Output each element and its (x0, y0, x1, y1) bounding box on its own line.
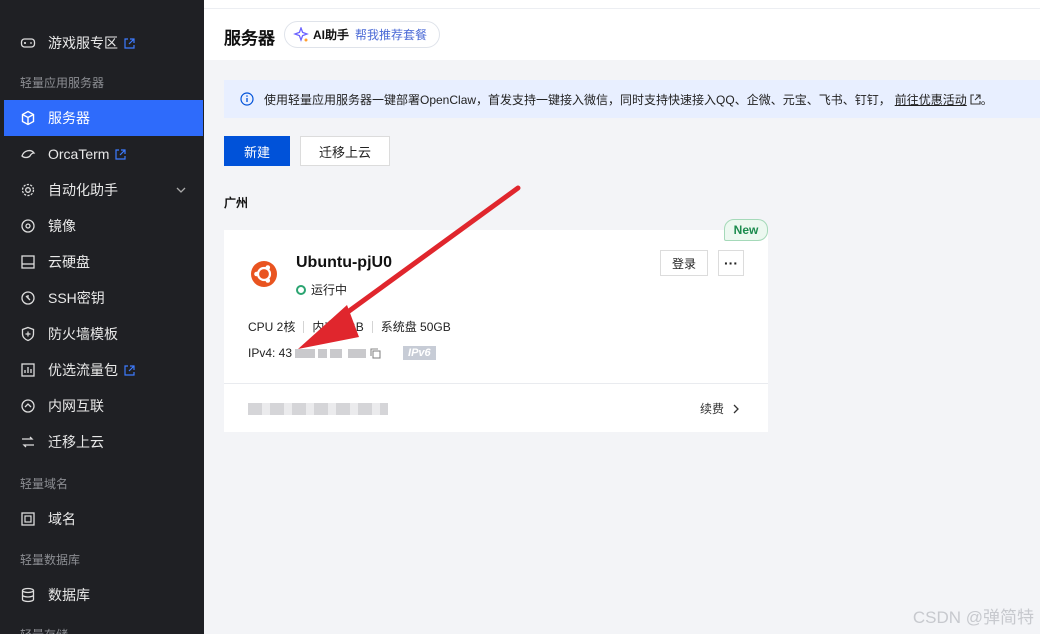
divider (371, 320, 373, 333)
renew-label: 续费 (700, 402, 725, 416)
sidebar-item-label: SSH密钥 (48, 290, 105, 306)
sidebar-item-traffic-pack[interactable]: 优选流量包 (4, 352, 203, 388)
region-label: 广州 (224, 196, 249, 210)
sidebar: 游戏服专区 轻量应用服务器 服务器 OrcaTerm 自动化助手 镜像 云硬盘 (0, 0, 204, 634)
renew-link[interactable]: 续费 (700, 400, 740, 417)
gamepad-icon (20, 35, 36, 51)
divider (224, 383, 768, 384)
notice-suffix: 。 (980, 92, 993, 107)
server-name[interactable]: Ubuntu-pjU0 (296, 254, 392, 272)
sidebar-item-label: 优选流量包 (48, 362, 118, 378)
sidebar-item-label: 云硬盘 (48, 254, 90, 270)
sidebar-item-label: 内网互联 (48, 398, 104, 414)
disc-icon (20, 218, 36, 234)
sidebar-item-ssh-keys[interactable]: SSH密钥 (4, 280, 203, 316)
sidebar-item-domain[interactable]: 域名 (4, 501, 203, 537)
sidebar-item-intranet[interactable]: 内网互联 (4, 388, 203, 424)
network-icon (20, 398, 36, 414)
divider (303, 320, 305, 333)
ai-assistant-subtitle: 帮我推荐套餐 (355, 28, 428, 42)
migrate-icon (20, 434, 36, 450)
new-button[interactable]: 新建 (224, 136, 290, 166)
sidebar-group-storage: 轻量存储 (20, 626, 68, 634)
ipv4-label: IPv4: 43 (248, 346, 293, 360)
sidebar-item-label: 镜像 (48, 218, 76, 234)
sidebar-item-orcaterm[interactable]: OrcaTerm (4, 136, 203, 172)
cube-icon (20, 110, 36, 126)
sidebar-item-automation[interactable]: 自动化助手 (4, 172, 203, 208)
sidebar-item-firewall[interactable]: 防火墙模板 (4, 316, 203, 352)
copy-icon[interactable] (370, 347, 381, 359)
sidebar-item-images[interactable]: 镜像 (4, 208, 203, 244)
page-title: 服务器 (224, 29, 275, 48)
new-badge: New (724, 219, 768, 241)
redacted-expiry-text (248, 403, 388, 415)
sidebar-group-lighthouse: 轻量应用服务器 (20, 76, 105, 90)
sidebar-item-label: 域名 (48, 511, 76, 527)
external-link-icon[interactable] (970, 93, 981, 105)
external-link-icon (124, 364, 135, 376)
disk-icon (20, 254, 36, 270)
chart-icon (20, 362, 36, 378)
ubuntu-logo-icon (251, 261, 277, 287)
more-actions-button[interactable]: ··· (718, 250, 744, 276)
ipv6-badge: IPv6 (403, 346, 436, 360)
database-icon (20, 587, 36, 603)
ip-address-row: IPv4: 43 IPv6 (248, 346, 436, 360)
sidebar-group-database: 轻量数据库 (20, 553, 81, 567)
chevron-right-icon (733, 404, 739, 413)
sidebar-group-domain: 轻量域名 (20, 477, 69, 491)
top-strip (204, 0, 1040, 8)
ai-sparkle-icon (293, 26, 309, 42)
redacted-ip (330, 348, 343, 358)
server-specs: CPU 2核 内存 2GB 系统盘 50GB (248, 318, 451, 335)
redacted-ip (348, 348, 367, 358)
sidebar-item-label: 服务器 (48, 110, 90, 126)
notice-text: 使用轻量应用服务器一键部署OpenClaw，首发支持一键接入微信，同时支持快速接… (264, 92, 891, 107)
sidebar-item-label: 数据库 (48, 587, 90, 603)
sidebar-item-label: 迁移上云 (48, 434, 104, 450)
chevron-down-icon[interactable] (175, 184, 187, 196)
sidebar-item-label: OrcaTerm (48, 146, 110, 162)
status-running-icon (296, 284, 306, 295)
info-icon (240, 92, 254, 106)
domain-icon (20, 511, 36, 527)
redacted-ip (318, 348, 328, 358)
migrate-button[interactable]: 迁移上云 (300, 136, 390, 166)
sidebar-item-label: 自动化助手 (48, 182, 118, 198)
spec-cpu: CPU 2核 (248, 320, 296, 334)
spec-disk: 系统盘 50GB (380, 320, 451, 334)
server-card[interactable]: Ubuntu-pjU0 运行中 登录 ··· CPU 2核 内存 2GB 系统盘… (224, 230, 768, 432)
orca-icon (20, 146, 36, 162)
page-header: 服务器 AI助手 帮我推荐套餐 (204, 8, 1040, 60)
ai-assistant-button[interactable]: AI助手 帮我推荐套餐 (284, 21, 441, 48)
gear-icon (20, 182, 36, 198)
sidebar-item-label: 防火墙模板 (48, 326, 118, 342)
redacted-ip (295, 348, 316, 358)
sidebar-item-database[interactable]: 数据库 (4, 577, 203, 613)
spec-memory: 内存 2GB (312, 320, 364, 334)
ai-assistant-label: AI助手 (313, 28, 350, 42)
login-button[interactable]: 登录 (660, 250, 708, 276)
sidebar-item-cloud-disk[interactable]: 云硬盘 (4, 244, 203, 280)
watermark: CSDN @弹简特 (912, 608, 1034, 627)
external-link-icon (115, 148, 127, 160)
notice-promo-link[interactable]: 前往优惠活动 (895, 91, 967, 108)
sidebar-item-label: 游戏服专区 (48, 35, 118, 51)
status-text: 运行中 (311, 283, 348, 297)
server-status: 运行中 (296, 281, 347, 298)
shield-icon (20, 326, 36, 342)
external-link-icon (124, 37, 135, 49)
sidebar-item-servers[interactable]: 服务器 (4, 100, 203, 136)
sidebar-item-migrate[interactable]: 迁移上云 (4, 424, 203, 460)
key-icon (20, 290, 36, 306)
sidebar-item-game-zone[interactable]: 游戏服专区 (4, 25, 203, 61)
notice-banner: 使用轻量应用服务器一键部署OpenClaw，首发支持一键接入微信，同时支持快速接… (224, 80, 1040, 118)
